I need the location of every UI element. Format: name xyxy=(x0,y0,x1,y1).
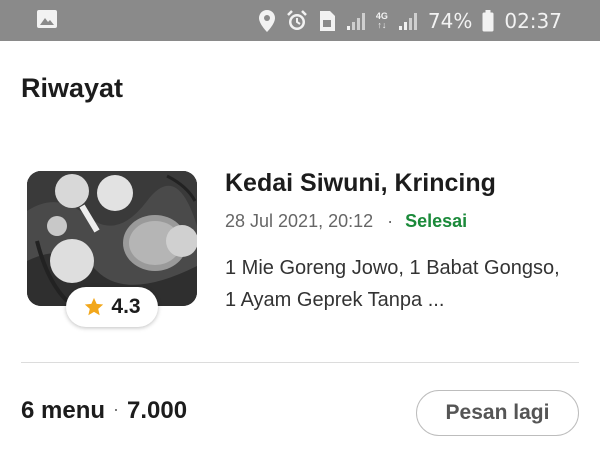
signal-icon xyxy=(398,11,418,31)
battery-percent: 74% xyxy=(427,8,473,33)
menu-count: 6 menu xyxy=(21,397,106,424)
order-items-summary: 1 Mie Goreng Jowo, 1 Babat Gongso, 1 Aya… xyxy=(225,257,560,311)
gallery-icon xyxy=(36,9,58,29)
order-summary: 6 menu · 7.000 xyxy=(21,397,187,425)
page-title: Riwayat xyxy=(21,73,124,103)
star-icon xyxy=(83,296,105,318)
restaurant-name[interactable]: Kedai Siwuni, Krincing xyxy=(225,169,496,198)
summary-separator: · xyxy=(113,399,120,419)
status-bar: 4G ↑↓ 74% 02:37 xyxy=(0,0,600,41)
restaurant-thumbnail[interactable] xyxy=(27,171,197,306)
meta-separator: · xyxy=(387,211,394,231)
sim-icon xyxy=(318,10,336,32)
status-badge: Selesai xyxy=(405,211,468,231)
rating-badge: 4.3 xyxy=(66,287,158,327)
signal-icon xyxy=(346,11,366,31)
location-icon xyxy=(258,9,276,33)
network-type-badge: 4G ↑↓ xyxy=(375,10,388,30)
order-datetime: 28 Jul 2021, 20:12 xyxy=(225,211,374,231)
rating-value: 4.3 xyxy=(111,295,141,318)
order-meta: 28 Jul 2021, 20:12 · Selesai xyxy=(225,211,467,232)
clock: 02:37 xyxy=(504,8,562,33)
divider xyxy=(21,362,579,363)
battery-icon xyxy=(482,9,494,32)
food-photo xyxy=(27,171,197,306)
reorder-button[interactable]: Pesan lagi xyxy=(416,390,579,436)
alarm-icon xyxy=(286,9,308,32)
order-total: 7.000 xyxy=(127,397,188,424)
